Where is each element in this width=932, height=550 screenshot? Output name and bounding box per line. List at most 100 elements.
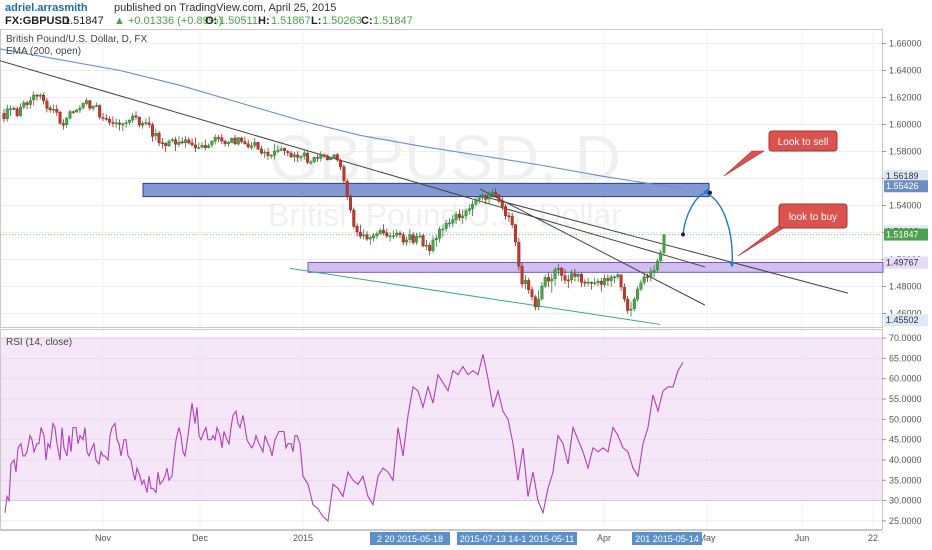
time-cursor-label: 2 20 2015-05-18 (377, 534, 443, 544)
low-label: L: (311, 15, 321, 27)
candle-body (121, 123, 125, 126)
candle-body (411, 234, 415, 243)
candle-body (395, 232, 399, 236)
instrument-legend: British Pound/U.S. Dollar, D, FX (6, 34, 147, 45)
author-name[interactable]: adriel.arrasmith (5, 2, 88, 14)
candle-body (276, 150, 280, 152)
candle-body (299, 156, 303, 158)
candle-body (358, 231, 362, 237)
candle-body (457, 213, 461, 218)
candle-body (2, 113, 6, 120)
candle-body (52, 109, 56, 111)
candle-body (626, 298, 630, 311)
candle-body (405, 239, 409, 243)
candle-body (131, 115, 135, 121)
candle-body (593, 282, 597, 285)
candle-body (134, 115, 138, 118)
candle-body (441, 228, 445, 231)
buy-zone (307, 261, 884, 273)
candle-body (35, 94, 39, 97)
price-tick-label: 1.48000 (889, 282, 922, 292)
published-note: published on TradingView.com, April 25, … (114, 2, 336, 14)
candle-body (467, 208, 471, 211)
candle-body (150, 124, 154, 137)
price-tick-label: 1.58000 (889, 147, 922, 157)
chart-root: adriel.arrasmith published on TradingVie… (0, 0, 932, 550)
candle-body (190, 142, 194, 146)
candle-body (154, 133, 158, 137)
candle-body (81, 102, 85, 108)
candle-body (481, 195, 485, 199)
open-value: 1.50511 (219, 15, 258, 27)
low-value: 1.50263 (322, 15, 362, 27)
candle-body (385, 232, 389, 237)
candle-body (306, 152, 310, 163)
candle-body (352, 209, 356, 227)
last-price: 1.51847 (64, 15, 104, 27)
candle-body (5, 108, 9, 120)
candle-body (375, 233, 379, 237)
candle-body (289, 152, 293, 158)
candle-body (322, 154, 326, 157)
candle-body (223, 140, 227, 145)
time-tick-label: Apr (597, 533, 611, 543)
candle-body (659, 252, 663, 262)
candle-body (368, 237, 372, 240)
candle-body (108, 119, 112, 123)
time-tick-label: 22 (868, 533, 878, 543)
candle-body (266, 152, 270, 156)
candle-body (127, 119, 131, 123)
candle-body (243, 141, 247, 144)
time-tick-label: Jun (795, 533, 810, 543)
candle-body (42, 95, 46, 102)
candle-body (292, 154, 296, 158)
candle-body (197, 147, 201, 149)
high-label: H: (258, 15, 270, 27)
candle-body (461, 215, 465, 218)
price-tick-label: 1.64000 (889, 66, 922, 76)
candle-body (428, 245, 432, 251)
candle-body (589, 281, 593, 284)
candle-body (286, 151, 290, 154)
candle-body (372, 235, 376, 238)
candle-body (649, 271, 653, 278)
candle-body (339, 160, 343, 168)
candle-body (88, 100, 92, 109)
close-value: 1.51847 (373, 15, 413, 27)
candle-body (349, 195, 353, 211)
candle-body (530, 289, 534, 298)
time-tick-label: Nov (95, 533, 112, 543)
candle-body (662, 234, 666, 253)
candle-body (68, 111, 72, 119)
rsi-tick-label: 30.0000 (889, 496, 922, 506)
candle-body (639, 282, 643, 290)
candle-body (45, 100, 49, 109)
candle-body (236, 137, 240, 145)
candle-body (632, 299, 636, 309)
candle-body (570, 273, 574, 281)
candle-body (174, 139, 178, 145)
ema-legend: EMA (200, open) (6, 46, 81, 57)
candle-body (48, 107, 52, 111)
candle-body (61, 123, 65, 126)
candle-body (296, 154, 300, 158)
candle-body (9, 108, 13, 110)
candle-body (101, 117, 105, 119)
projection-point (708, 190, 712, 195)
candle-body (325, 155, 329, 161)
rsi-tick-label: 70.0000 (889, 333, 922, 343)
price-tick-label: 1.54000 (889, 201, 922, 211)
candle-body (391, 235, 395, 237)
candle-body (216, 137, 220, 139)
candle-body (464, 210, 468, 217)
candle-body (309, 161, 313, 164)
candle-body (507, 215, 511, 218)
candle-body (15, 108, 19, 116)
candle-body (444, 222, 448, 229)
price-marker-label: 1.56189 (886, 171, 919, 181)
rsi-legend: RSI (14, close) (6, 337, 72, 348)
candle-body (362, 234, 366, 237)
candle-body (170, 139, 174, 142)
rsi-tick-label: 25.0000 (889, 516, 922, 526)
candle-body (382, 230, 386, 234)
